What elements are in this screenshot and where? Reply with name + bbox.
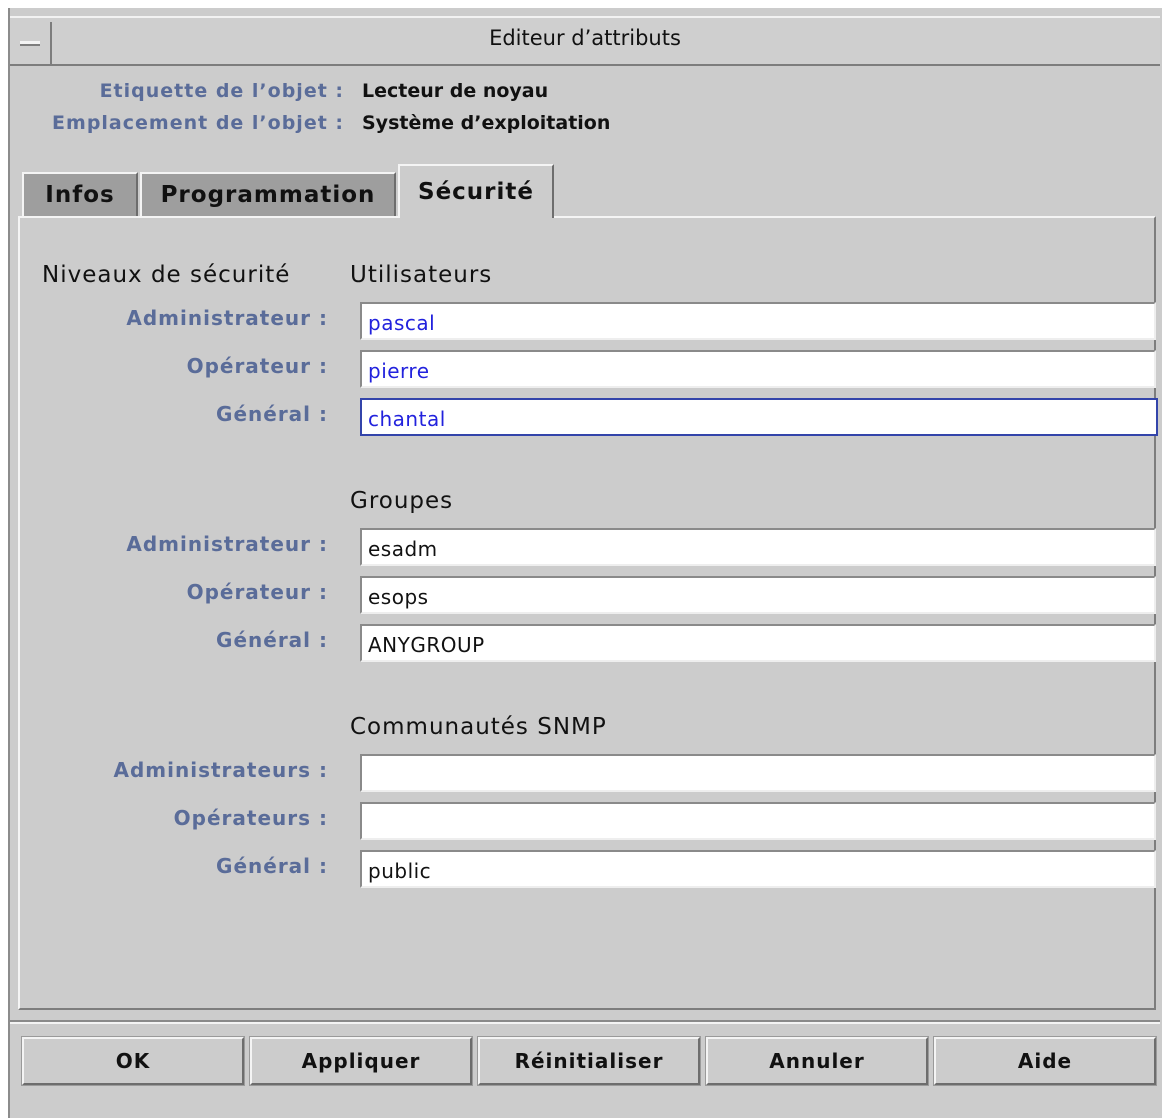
security-levels-heading: Niveaux de sécurité xyxy=(42,262,291,288)
apply-button[interactable]: Appliquer xyxy=(249,1036,473,1086)
users-operator-label: Opérateur : xyxy=(186,354,328,378)
tab-securite[interactable]: Sécurité xyxy=(398,164,554,218)
groups-operator-field[interactable] xyxy=(360,576,1156,614)
groups-heading: Groupes xyxy=(350,488,454,514)
window-title: Editeur d’attributs xyxy=(489,26,681,50)
snmp-admin-label: Administrateurs : xyxy=(113,758,328,782)
snmp-general-field[interactable] xyxy=(360,850,1156,888)
groups-general-label: Général : xyxy=(216,628,328,652)
object-label-value: Lecteur de noyau xyxy=(362,80,549,102)
users-heading: Utilisateurs xyxy=(350,262,493,288)
users-operator-field[interactable] xyxy=(360,350,1156,388)
object-location-value: Système d’exploitation xyxy=(362,112,611,134)
snmp-operator-label: Opérateurs : xyxy=(173,806,328,830)
groups-operator-label: Opérateur : xyxy=(186,580,328,604)
title-bar[interactable]: Editeur d’attributs xyxy=(10,16,1160,66)
object-label-caption: Etiquette de l’objet : xyxy=(99,80,344,102)
groups-admin-field[interactable] xyxy=(360,528,1156,566)
attribute-editor-window: Editeur d’attributs Etiquette de l’objet… xyxy=(8,8,1162,1118)
users-admin-field[interactable] xyxy=(360,302,1156,340)
users-general-field[interactable] xyxy=(360,398,1158,436)
users-general-label: Général : xyxy=(216,402,328,426)
groups-general-field[interactable] xyxy=(360,624,1156,662)
security-panel: Niveaux de sécurité Utilisateurs Adminis… xyxy=(18,216,1158,1010)
users-admin-label: Administrateur : xyxy=(126,306,328,330)
reset-button[interactable]: Réinitialiser xyxy=(477,1036,701,1086)
help-button[interactable]: Aide xyxy=(933,1036,1157,1086)
ok-button[interactable]: OK xyxy=(21,1036,245,1086)
snmp-general-label: Général : xyxy=(216,854,328,878)
object-location-caption: Emplacement de l’objet : xyxy=(52,112,344,134)
snmp-heading: Communautés SNMP xyxy=(350,714,607,740)
tab-programmation[interactable]: Programmation xyxy=(140,172,396,216)
snmp-operator-field[interactable] xyxy=(360,802,1156,840)
groups-admin-label: Administrateur : xyxy=(126,532,328,556)
button-separator xyxy=(10,1020,1160,1024)
cancel-button[interactable]: Annuler xyxy=(705,1036,929,1086)
snmp-admin-field[interactable] xyxy=(360,754,1156,792)
tab-infos[interactable]: Infos xyxy=(22,172,138,216)
